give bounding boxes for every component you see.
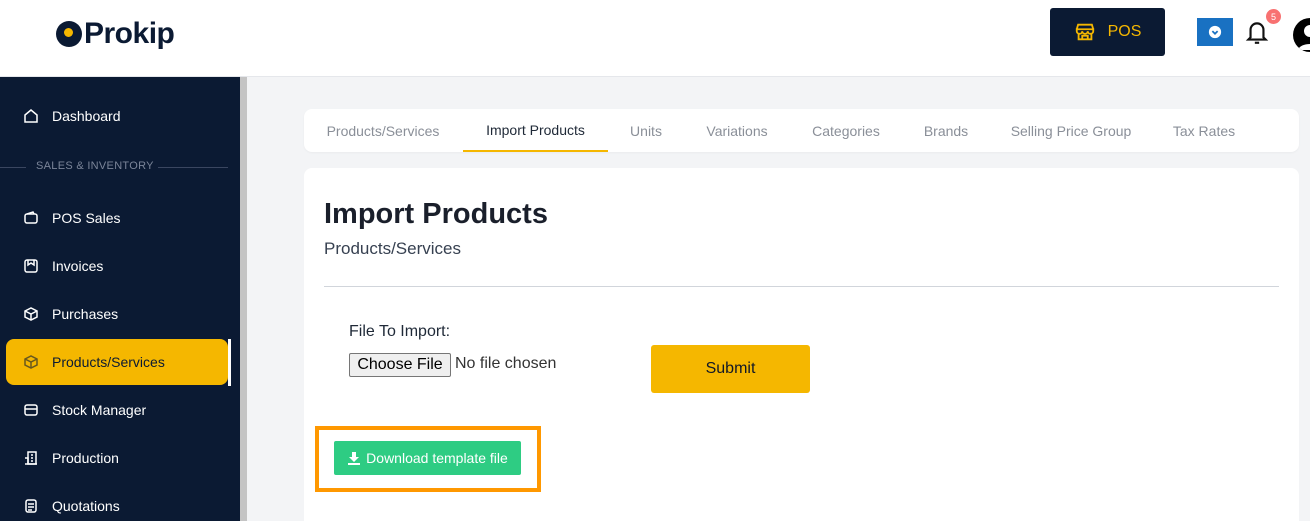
- store-icon: [1075, 23, 1094, 41]
- stock-icon: [22, 401, 40, 419]
- tab-units[interactable]: Units: [618, 109, 674, 152]
- sidebar-item-pos-sales[interactable]: POS Sales: [6, 195, 228, 241]
- tab-products-services[interactable]: Products/Services: [314, 109, 452, 152]
- invoice-icon: [22, 257, 40, 275]
- home-icon: [22, 107, 40, 125]
- sidebar-scrollbar[interactable]: [240, 77, 247, 521]
- tab-import-products[interactable]: Import Products: [463, 109, 608, 152]
- sidebar-item-stock-manager[interactable]: Stock Manager: [6, 387, 228, 433]
- sidebar-item-label: POS Sales: [52, 210, 121, 226]
- download-icon: [348, 452, 361, 465]
- download-template-label: Download template file: [366, 450, 508, 466]
- box-add-icon: [22, 305, 40, 323]
- file-status-text: No file chosen: [455, 355, 557, 372]
- building-icon: [22, 449, 40, 467]
- section-divider: [0, 167, 26, 168]
- choose-file-button[interactable]: Choose File: [349, 353, 451, 377]
- submit-button-label: Submit: [705, 360, 756, 377]
- sidebar-item-label: Quotations: [52, 498, 120, 514]
- file-to-import-label: File To Import:: [349, 323, 451, 340]
- sidebar-item-purchases[interactable]: Purchases: [6, 291, 228, 337]
- sidebar-item-products-services[interactable]: Products/Services: [6, 339, 228, 385]
- logo-mark-icon: [56, 21, 82, 47]
- brand-name: Prokip: [84, 17, 175, 50]
- user-avatar[interactable]: [1293, 18, 1310, 52]
- sidebar-item-dashboard[interactable]: Dashboard: [6, 93, 228, 139]
- download-template-button[interactable]: Download template file: [334, 441, 521, 475]
- page-title: Import Products: [324, 198, 548, 230]
- tab-selling-price-group[interactable]: Selling Price Group: [1000, 109, 1142, 152]
- submit-button[interactable]: Submit: [651, 345, 810, 393]
- sidebar-item-label: Production: [52, 450, 119, 466]
- tab-bar: Products/Services Import Products Units …: [304, 109, 1299, 152]
- sidebar-item-production[interactable]: Production: [6, 435, 228, 481]
- pos-button-label: POS: [1107, 23, 1142, 40]
- wallet-icon: [22, 209, 40, 227]
- top-header: Prokip POS 5: [0, 0, 1310, 77]
- active-indicator: [228, 339, 231, 386]
- download-circle-icon: [1208, 25, 1222, 39]
- section-divider: [158, 167, 228, 168]
- tab-variations[interactable]: Variations: [694, 109, 780, 152]
- notification-badge: 5: [1266, 9, 1281, 24]
- sidebar-item-quotations[interactable]: Quotations: [6, 483, 228, 521]
- import-card: Import Products Products/Services File T…: [304, 168, 1299, 521]
- sidebar-item-label: Products/Services: [52, 354, 165, 370]
- notifications-button[interactable]: [1244, 18, 1270, 46]
- user-icon: [1298, 25, 1310, 50]
- pos-button[interactable]: POS: [1050, 8, 1165, 56]
- sidebar-item-label: Dashboard: [52, 108, 121, 124]
- sidebar-item-label: Stock Manager: [52, 402, 147, 418]
- sidebar-item-label: Purchases: [52, 306, 119, 322]
- package-icon: [22, 353, 40, 371]
- tab-tax-rates[interactable]: Tax Rates: [1162, 109, 1246, 152]
- document-icon: [22, 497, 40, 515]
- brand-logo[interactable]: Prokip: [56, 17, 175, 51]
- sidebar-section-title: SALES & INVENTORY: [36, 160, 154, 172]
- tab-categories[interactable]: Categories: [800, 109, 892, 152]
- download-app-button[interactable]: [1197, 18, 1233, 46]
- divider: [324, 286, 1279, 287]
- sidebar-item-label: Invoices: [52, 258, 104, 274]
- page-subtitle: Products/Services: [324, 239, 461, 258]
- tab-brands[interactable]: Brands: [912, 109, 980, 152]
- sidebar-item-invoices[interactable]: Invoices: [6, 243, 228, 289]
- bell-icon: [1245, 22, 1269, 44]
